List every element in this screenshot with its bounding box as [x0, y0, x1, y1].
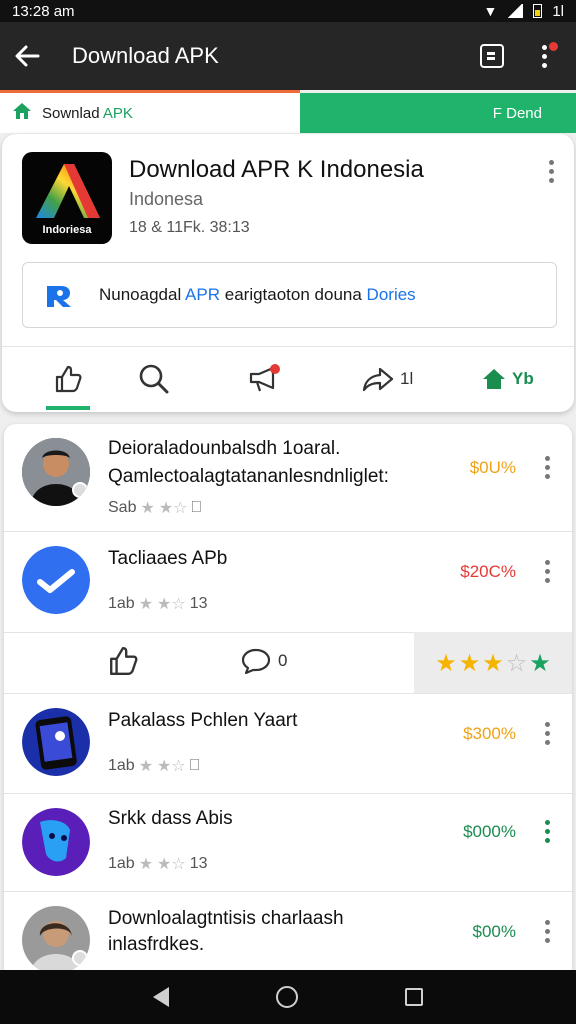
item-price: $20C%: [460, 562, 516, 581]
promo-banner[interactable]: Nunoagdal APR earigtaoton douna Dories: [22, 262, 557, 328]
like-button[interactable]: [54, 364, 82, 394]
list-item[interactable]: Downloalagtntisis charlaash inlasfrdkes.…: [4, 892, 572, 970]
item-price: $000%: [463, 822, 516, 841]
system-nav-bar: [0, 970, 576, 1024]
star-half-icon: ☆: [505, 649, 528, 677]
app-bar-title: Download APK: [72, 43, 219, 68]
share-arrow-icon: [362, 367, 394, 392]
tab-strip: Sownlad APK F Dend: [0, 93, 576, 133]
back-arrow-icon[interactable]: [0, 22, 54, 90]
comment-button[interactable]: 0: [240, 646, 287, 676]
list-item[interactable]: Tacliaaes APb 1ab ★ ★☆ 13 $20C%: [4, 532, 572, 632]
list-item[interactable]: Srkk dass Abis 1ab ★ ★☆ 13 $000%: [4, 794, 572, 892]
cast-button[interactable]: [468, 32, 516, 80]
tab-right-label: F Dend: [492, 104, 542, 122]
card-actions: 1l Yb: [2, 348, 574, 412]
banner-text: Nunoagdal APR earigtaoton douna Dories: [99, 285, 416, 304]
item-title: Tacliaaes APb: [108, 548, 228, 569]
app-list: Deioraladounbalsdh 1oaral. Qamlectoalagt…: [4, 424, 572, 970]
list-item[interactable]: Deioraladounbalsdh 1oaral. Qamlectoalagt…: [4, 424, 572, 532]
item-price: $0U%: [469, 458, 516, 477]
megaphone-icon: [249, 364, 280, 392]
item-meta: Sab ★ ★☆ ⎕: [108, 499, 202, 517]
battery-icon: [533, 4, 543, 18]
comment-icon: [241, 648, 271, 675]
nav-home-icon[interactable]: [275, 986, 298, 1008]
item-price: $300%: [463, 724, 516, 743]
tab-right[interactable]: F Dend: [300, 93, 576, 133]
like-button[interactable]: [108, 646, 138, 676]
item-meta: 1ab ★ ★☆ 13: [108, 855, 208, 873]
item-price: $00%: [472, 922, 516, 941]
more-vert-icon[interactable]: [545, 456, 550, 479]
brand-icon: [45, 282, 75, 308]
engagement-bar: 0 ★ ★ ★ ☆ ★: [4, 632, 572, 694]
more-vert-icon[interactable]: [545, 920, 550, 943]
app-logo-text: Indoriesa: [42, 224, 92, 236]
star-icon: ★: [435, 649, 457, 677]
bookmark-icon: ⎕: [191, 499, 202, 516]
share-count: 1l: [400, 369, 414, 388]
thumbs-up-icon: [55, 365, 82, 393]
card-divider: [2, 346, 574, 347]
more-vert-icon: [541, 44, 547, 68]
item-meta: 1ab ★ ★☆ ⎕: [108, 757, 200, 775]
avatar: [22, 808, 90, 876]
search-button[interactable]: [138, 364, 170, 394]
app-logo[interactable]: Indoriesa: [22, 152, 112, 244]
trend-label: Yb: [512, 369, 534, 388]
more-vert-icon[interactable]: [545, 560, 550, 583]
notify-button[interactable]: [248, 364, 282, 394]
active-action-indicator: [46, 406, 90, 410]
star-icon: ★: [458, 649, 481, 677]
tab-label: Sownlad: [42, 104, 100, 122]
avatar: [22, 438, 90, 506]
app-bar: Download APK: [0, 22, 576, 90]
more-vert-icon[interactable]: [545, 722, 550, 745]
app-meta: 18 & 11Fk. 38:13: [129, 219, 250, 236]
document-icon: [480, 44, 504, 68]
avatar: [22, 906, 90, 970]
app-subtitle: Indonesa: [129, 189, 204, 209]
more-menu-button[interactable]: [520, 32, 568, 80]
item-title: Pakalass Pchlen Yaart: [108, 710, 298, 731]
home-up-icon: [483, 369, 505, 389]
star-icon: ★: [529, 649, 551, 677]
notification-dot: [549, 42, 558, 51]
tab-label-accent: APK: [102, 104, 133, 122]
home-icon: [12, 102, 32, 125]
card-more-icon[interactable]: [549, 160, 554, 183]
item-title-line2: Qamlectoalagtatananlesndnliglet:: [108, 466, 389, 487]
signal-icon: [507, 4, 524, 18]
list-item[interactable]: Pakalass Pchlen Yaart 1ab ★ ★☆ ⎕ $300%: [4, 694, 572, 794]
rating-stars[interactable]: ★ ★ ★ ☆ ★: [414, 632, 572, 694]
battery-label: 1l: [552, 2, 564, 20]
status-time: 13:28 am: [12, 2, 75, 20]
item-title: Deioraladounbalsdh 1oaral.: [108, 438, 341, 459]
share-button[interactable]: 1l: [362, 364, 413, 394]
item-title: Downloalagtntisis charlaash: [108, 908, 344, 929]
star-icon: ★: [140, 500, 155, 517]
search-icon: [139, 364, 169, 394]
app-title: Download APR K Indonesia: [129, 156, 424, 183]
thumbs-up-icon: [110, 646, 138, 676]
star-icon: ★: [482, 649, 504, 677]
avatar: [22, 546, 90, 614]
comment-count: 0: [278, 651, 288, 670]
item-meta: 1ab ★ ★☆ 13: [108, 595, 208, 613]
wifi-icon: ▼: [483, 3, 498, 19]
nav-recents-icon[interactable]: [404, 988, 423, 1006]
status-bar: 13:28 am ▼ 1l: [0, 0, 576, 22]
more-vert-icon[interactable]: [545, 820, 550, 843]
item-title: Srkk dass Abis: [108, 808, 233, 829]
app-card: Indoriesa Download APR K Indonesia Indon…: [2, 134, 574, 412]
nav-back-icon[interactable]: [153, 987, 170, 1007]
tab-download-apk[interactable]: Sownlad APK: [0, 93, 300, 133]
avatar: [22, 708, 90, 776]
trend-button[interactable]: Yb: [482, 364, 534, 394]
item-title-line2: inlasfrdkes.: [108, 934, 205, 955]
star-icon: ★☆: [158, 500, 188, 517]
